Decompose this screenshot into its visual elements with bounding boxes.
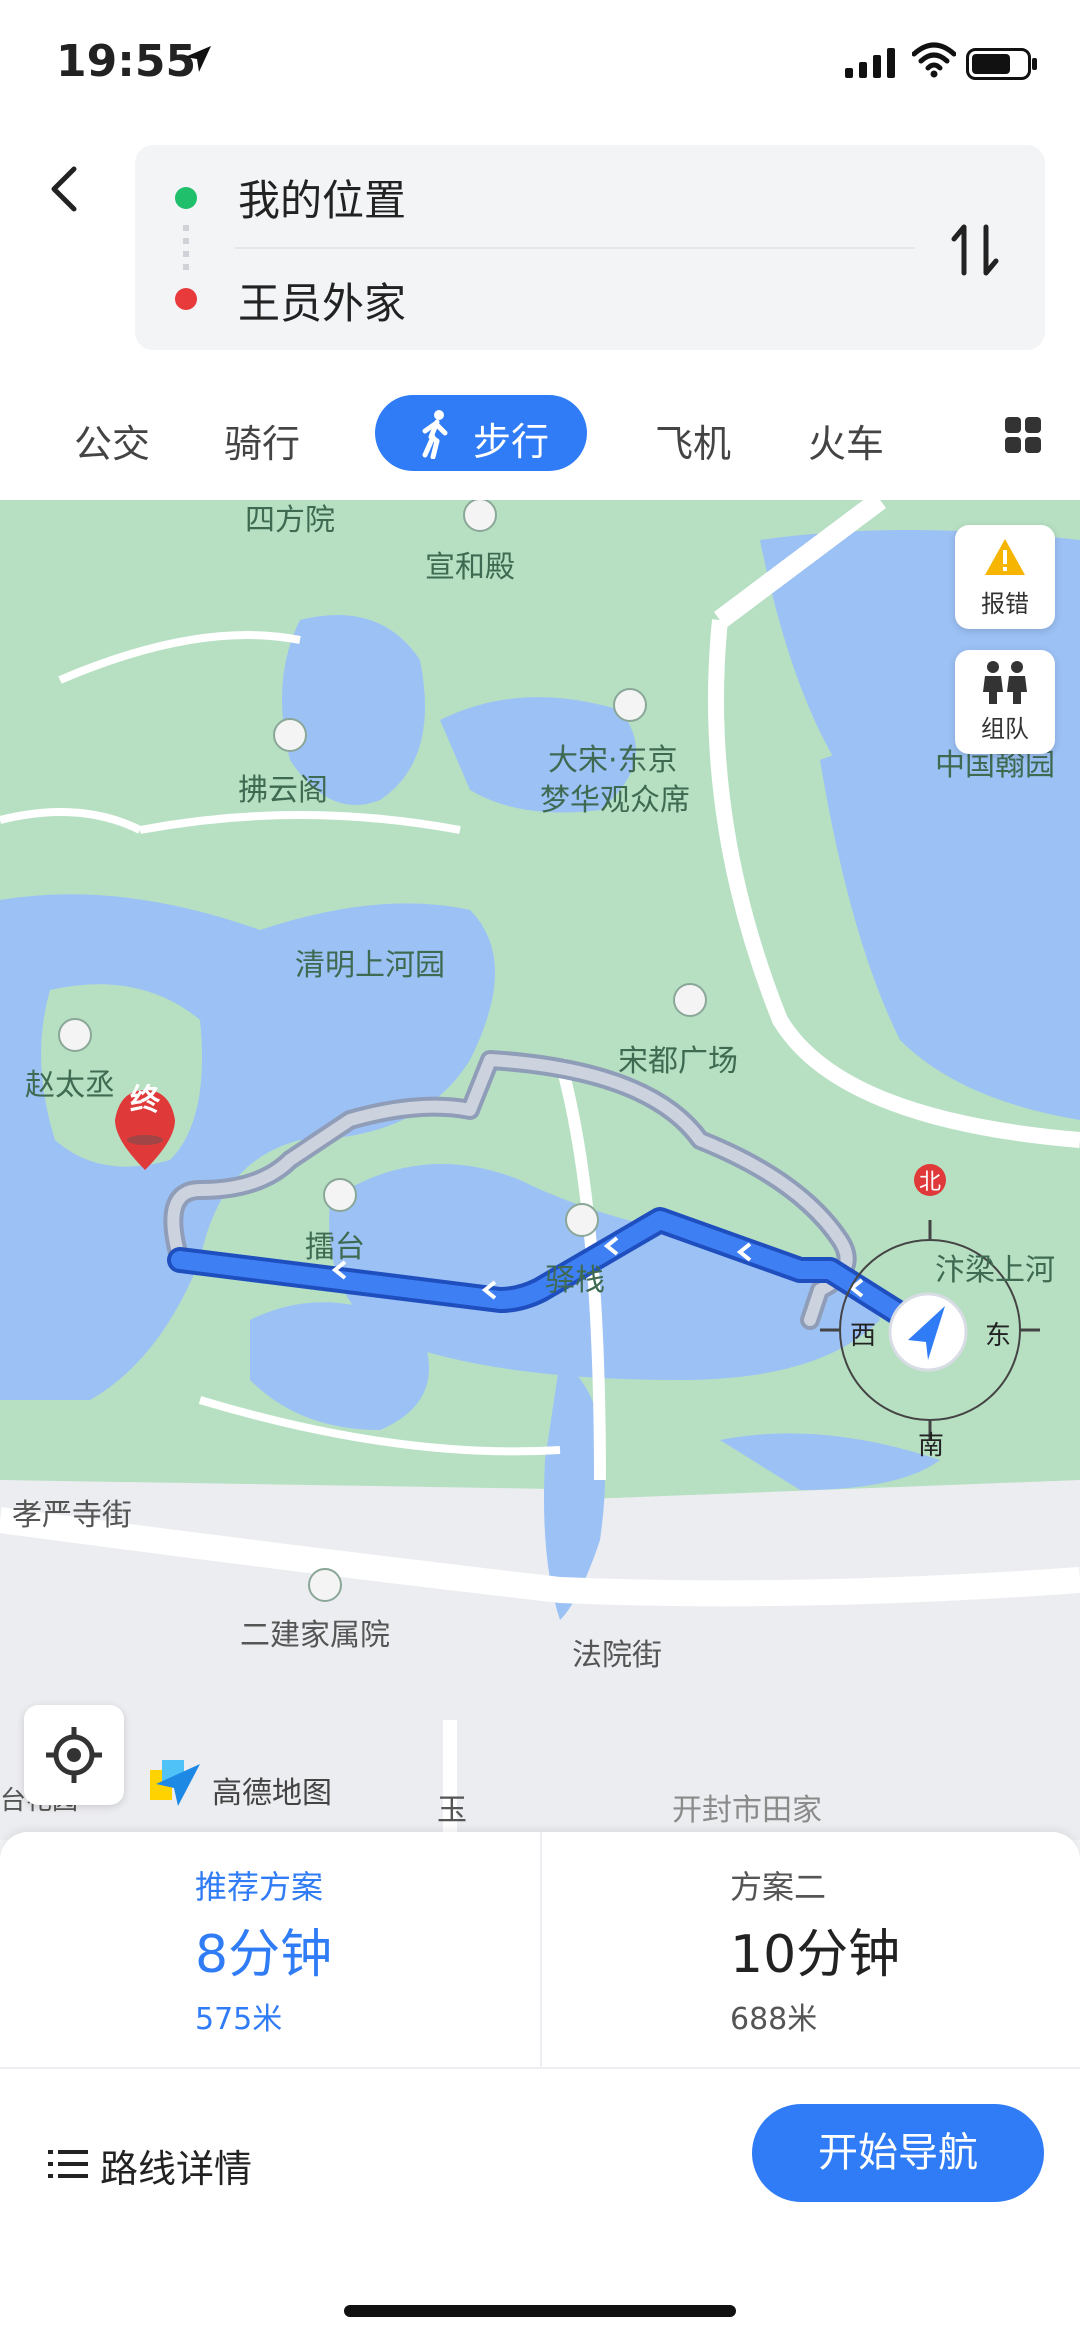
plan-duration: 8分钟 [195, 1925, 333, 1985]
map-view[interactable]: 四方院 宣和殿 拂云阁 大宋·东京 梦华观众席 中国翰园 清明上河园 宋都广场 … [0, 500, 1080, 1840]
cellular-signal-icon [845, 48, 895, 78]
plan-distance: 688米 [730, 2002, 818, 2037]
home-indicator [344, 2305, 736, 2317]
tab-train[interactable]: 火车 [808, 413, 884, 468]
report-error-label: 报错 [981, 590, 1029, 618]
map-label: 宋都广场 [618, 1044, 738, 1079]
amap-logo-icon [150, 1760, 200, 1806]
destination-dot [175, 288, 197, 310]
location-arrow-icon [185, 46, 211, 72]
transport-tabs: 公交 骑行 步行 飞机 火车 [0, 395, 1080, 490]
tab-plane[interactable]: 飞机 [655, 413, 731, 468]
report-error-button[interactable]: 报错 [955, 525, 1055, 629]
origin-dot [175, 187, 197, 209]
swap-route-icon[interactable] [940, 215, 1010, 285]
warning-icon [985, 539, 1025, 575]
more-modes-grid-icon[interactable] [1003, 415, 1043, 455]
map-label: 赵太丞 [25, 1068, 115, 1103]
route-divider [235, 247, 915, 249]
plan-distance: 575米 [195, 2002, 283, 2037]
map-label: 开封市田家 [672, 1793, 822, 1828]
map-label: 清明上河园 [295, 948, 445, 983]
route-plans-panel: 推荐方案 8分钟 575米 方案二 10分钟 688米 路线详情 开始导航 [0, 1832, 1080, 2339]
team-people-icon [983, 661, 1027, 704]
map-label: 驿栈 [545, 1263, 605, 1298]
tab-walk[interactable]: 步行 [375, 395, 587, 471]
plan-card-recommended[interactable]: 推荐方案 8分钟 575米 [0, 1832, 540, 2067]
map-label: 玉 [437, 1793, 467, 1828]
map-label: 孝严寺街 [12, 1498, 132, 1533]
status-bar: 19:55 [0, 0, 1080, 135]
amap-logo: 高德地图 [150, 1760, 332, 1814]
plan-tag: 方案二 [730, 1868, 827, 1906]
map-label: 大宋·东京 [548, 743, 678, 778]
status-time: 19:55 [56, 36, 197, 87]
compass-west: 西 [850, 1321, 877, 1351]
map-label: 梦华观众席 [540, 783, 690, 818]
map-label: 汴梁上河 [935, 1253, 1055, 1288]
map-label: 宣和殿 [425, 550, 515, 585]
tab-bus[interactable]: 公交 [74, 413, 150, 468]
route-input-card: 我的位置 王员外家 [135, 145, 1045, 350]
locate-me-button[interactable] [24, 1705, 124, 1805]
crosshair-icon [46, 1727, 102, 1783]
route-connector [183, 225, 189, 273]
back-chevron-icon[interactable] [40, 155, 90, 225]
team-label: 组队 [981, 715, 1029, 743]
destination-field[interactable]: 王员外家 [238, 270, 406, 331]
panel-divider [0, 2067, 1080, 2069]
plan-card-alternative[interactable]: 方案二 10分钟 688米 [540, 1832, 1080, 2067]
list-icon [48, 2150, 88, 2178]
plan-tag: 推荐方案 [195, 1868, 324, 1906]
map-label: 擂台 [305, 1230, 365, 1265]
map-label: 四方院 [245, 503, 335, 538]
origin-field[interactable]: 我的位置 [238, 167, 406, 228]
map-label: 法院街 [572, 1638, 662, 1673]
battery-icon [966, 48, 1037, 80]
route-details-label: 路线详情 [100, 2147, 253, 2191]
start-navigation-button[interactable]: 开始导航 [752, 2104, 1044, 2202]
end-marker-label: 终 [130, 1083, 160, 1118]
team-button[interactable]: 组队 [955, 650, 1055, 754]
map-label: 拂云阁 [238, 773, 328, 808]
wifi-icon [912, 42, 956, 78]
tab-bike[interactable]: 骑行 [224, 413, 300, 468]
walking-person-icon [422, 410, 448, 459]
amap-logo-text: 高德地图 [212, 1776, 332, 1811]
tab-walk-label: 步行 [473, 420, 550, 464]
compass-east: 东 [985, 1321, 1012, 1351]
map-label: 二建家属院 [240, 1618, 390, 1653]
compass-north: 北 [918, 1170, 941, 1195]
compass-south: 南 [918, 1431, 945, 1461]
plan-duration: 10分钟 [730, 1925, 901, 1985]
